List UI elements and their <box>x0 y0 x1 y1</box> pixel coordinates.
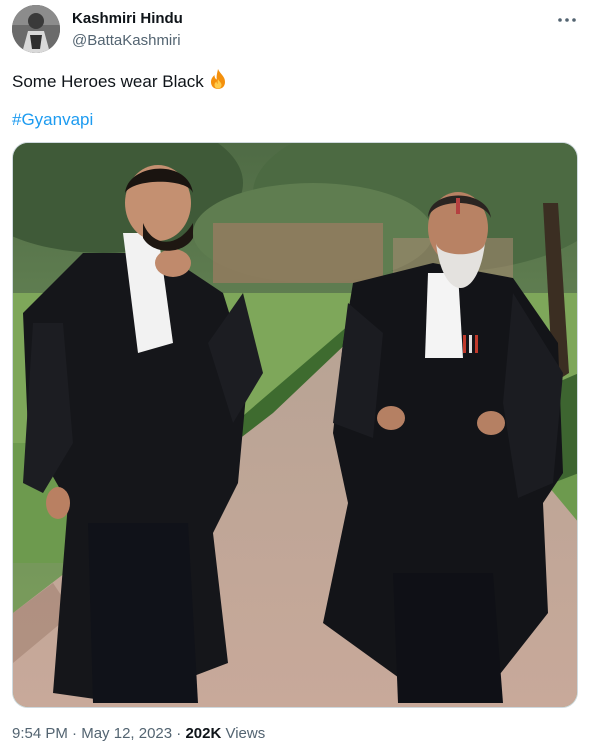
avatar[interactable] <box>12 5 60 53</box>
author-info: Kashmiri Hindu @BattaKashmiri <box>72 9 183 51</box>
author-handle[interactable]: @BattaKashmiri <box>72 31 183 51</box>
more-dots-icon <box>558 18 576 22</box>
tweet-date[interactable]: May 12, 2023 <box>81 725 172 742</box>
two-lawyers-walking-photo-icon <box>13 143 577 707</box>
more-options-button[interactable] <box>555 8 579 32</box>
views-label: Views <box>221 725 266 742</box>
tweet-text: Some Heroes wear Black <box>12 68 228 97</box>
author-display-name[interactable]: Kashmiri Hindu <box>72 9 183 29</box>
tweet-media-photo[interactable] <box>12 142 578 708</box>
hashtag-link[interactable]: #Gyanvapi <box>12 108 93 132</box>
tweet-metadata: 9:54 PM · May 12, 2023 · 202K Views <box>12 724 265 744</box>
fire-icon <box>208 68 228 97</box>
profile-photo-icon <box>12 5 60 53</box>
tweet-time[interactable]: 9:54 PM <box>12 725 68 742</box>
meta-separator: · <box>172 725 186 742</box>
tweet-body: Some Heroes wear Black <box>12 72 204 91</box>
views-count[interactable]: 202K <box>185 725 221 742</box>
meta-separator: · <box>67 725 82 742</box>
